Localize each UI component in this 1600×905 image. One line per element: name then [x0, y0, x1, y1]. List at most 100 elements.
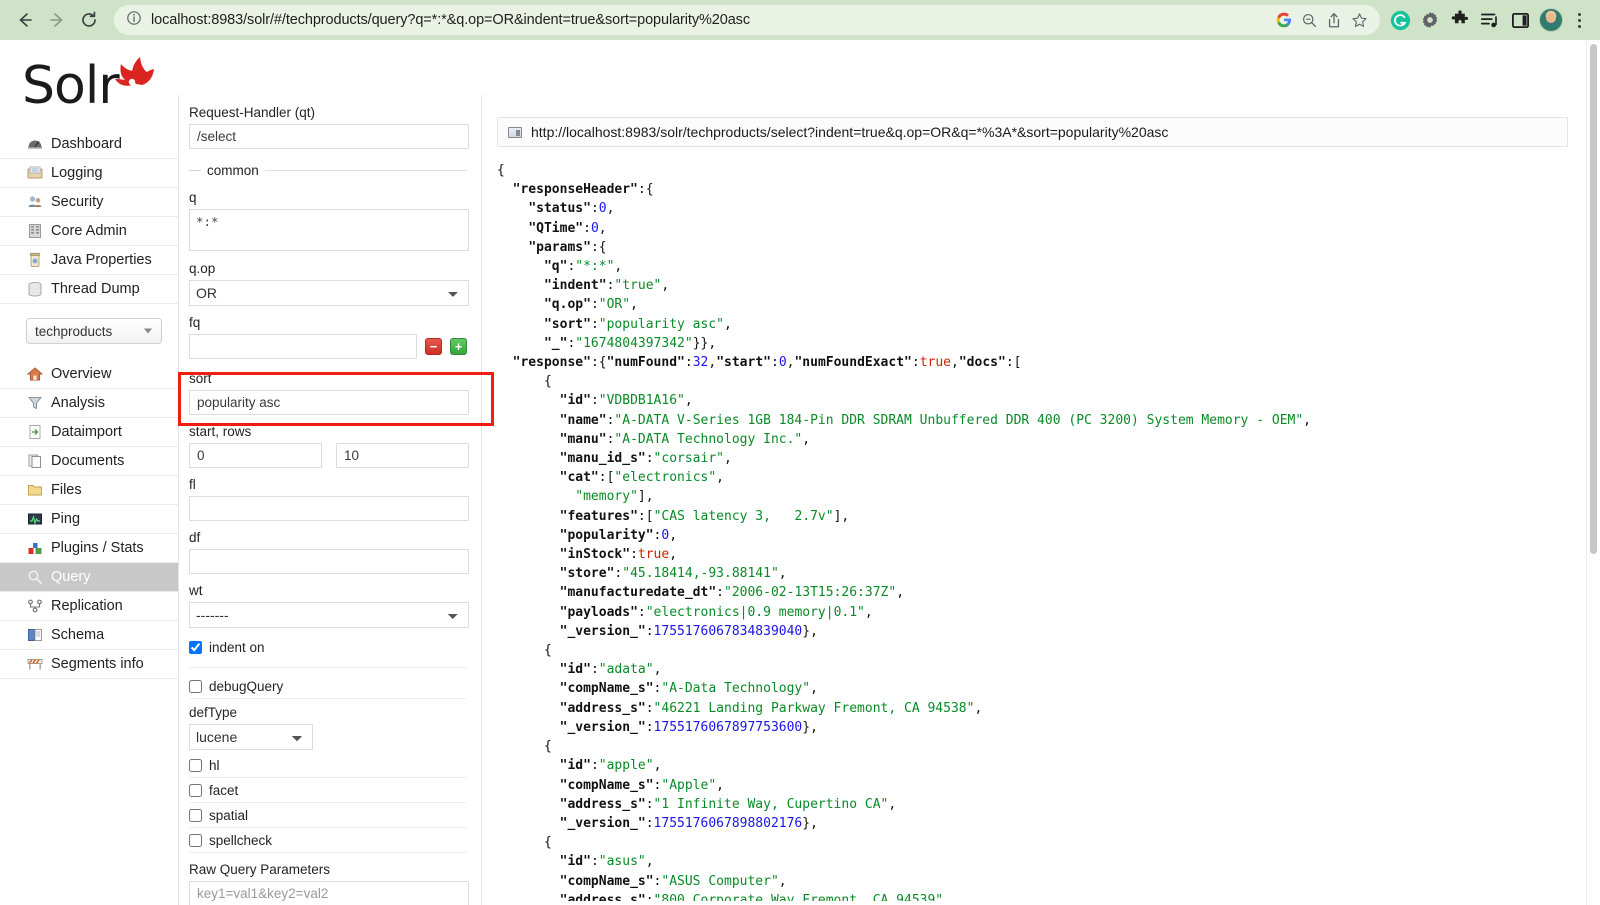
sidebar-item-replication[interactable]: Replication [0, 592, 178, 621]
reading-list-icon[interactable] [1476, 5, 1504, 35]
address-bar[interactable]: localhost:8983/solr/#/techproducts/query… [114, 5, 1380, 35]
json-line: "store":"45.18414,-93.88141", [497, 564, 1568, 583]
request-handler-input[interactable] [189, 124, 469, 149]
json-line: "response":{"numFound":32,"start":0,"num… [497, 353, 1568, 372]
sidebar-item-label: Query [51, 569, 91, 585]
search-zoom-icon[interactable] [1298, 9, 1320, 31]
global-nav: Dashboard Logging Security Core Admin [0, 130, 178, 304]
spellcheck-checkbox[interactable] [189, 834, 202, 847]
external-link-icon [508, 127, 522, 138]
solr-logo[interactable]: Solr [0, 40, 178, 126]
json-response-output: { "responseHeader":{ "status":0, "QTime"… [497, 161, 1568, 901]
facet-row[interactable]: facet [189, 779, 467, 803]
page-scrollbar[interactable] [1586, 40, 1600, 905]
share-icon[interactable] [1323, 9, 1345, 31]
site-info-icon[interactable] [126, 10, 142, 31]
json-line: "address_s":"1 Infinite Way, Cupertino C… [497, 795, 1568, 814]
sidebar-item-dashboard[interactable]: Dashboard [0, 130, 178, 159]
deftype-select[interactable]: lucene [189, 724, 313, 750]
add-plus-icon[interactable]: + [450, 338, 467, 355]
sidebar-item-security[interactable]: Security [0, 188, 178, 217]
hl-checkbox[interactable] [189, 759, 202, 772]
core-nav: Overview Analysis Dataimport Documents [0, 360, 178, 679]
sidebar-item-dataimport[interactable]: Dataimport [0, 418, 178, 447]
result-url-bar[interactable]: http://localhost:8983/solr/techproducts/… [497, 117, 1568, 147]
sidebar-item-core-admin[interactable]: Core Admin [0, 217, 178, 246]
extensions-puzzle-icon[interactable] [1446, 5, 1474, 35]
start-rows-label: start, rows [189, 424, 467, 440]
core-admin-icon [26, 223, 43, 240]
indent-row[interactable]: indent on [189, 635, 467, 659]
query-form-panel: Request-Handler (qt) common q *:* q.op O… [178, 95, 482, 905]
sidebar-item-documents[interactable]: Documents [0, 447, 178, 476]
google-icon[interactable] [1273, 9, 1295, 31]
fq-input[interactable] [189, 334, 417, 359]
json-line: { [497, 641, 1568, 660]
sidebar-item-overview[interactable]: Overview [0, 360, 178, 389]
df-label: df [189, 530, 467, 546]
spellcheck-row[interactable]: spellcheck [189, 829, 467, 853]
hl-label: hl [209, 758, 220, 773]
documents-icon [26, 453, 43, 470]
wt-select[interactable]: ------- [189, 602, 469, 628]
page-scrollbar-thumb[interactable] [1590, 44, 1597, 554]
json-line: "cat":["electronics", [497, 468, 1568, 487]
spatial-label: spatial [209, 808, 248, 823]
json-line: "features":["CAS latency 3, 2.7v"], [497, 507, 1568, 526]
reload-button[interactable] [74, 5, 104, 35]
logging-icon [26, 165, 43, 182]
json-line: "QTime":0, [497, 219, 1568, 238]
sidebar-item-label: Security [51, 194, 103, 210]
side-panel-icon[interactable] [1506, 5, 1534, 35]
sidebar-item-thread-dump[interactable]: Thread Dump [0, 275, 178, 304]
browser-menu-icon[interactable] [1568, 13, 1590, 28]
sidebar-item-label: Replication [51, 598, 123, 614]
json-line: "inStock":true, [497, 545, 1568, 564]
json-line: { [497, 833, 1568, 852]
spellcheck-label: spellcheck [209, 833, 272, 848]
sidebar-item-query[interactable]: Query [0, 563, 178, 592]
back-button[interactable] [10, 5, 40, 35]
json-line: "id":"adata", [497, 660, 1568, 679]
facet-checkbox[interactable] [189, 784, 202, 797]
sidebar-item-label: Documents [51, 453, 124, 469]
fl-input[interactable] [189, 496, 469, 521]
bookmark-star-icon[interactable] [1348, 9, 1370, 31]
sidebar-item-segments-info[interactable]: Segments info [0, 650, 178, 679]
facet-label: facet [209, 783, 238, 798]
qop-select[interactable]: OR [189, 280, 469, 306]
sidebar-item-plugins-stats[interactable]: Plugins / Stats [0, 534, 178, 563]
json-line: "_":"1674804397342"}}, [497, 334, 1568, 353]
core-selector[interactable]: techproducts [26, 318, 162, 344]
debugquery-row[interactable]: debugQuery [189, 675, 467, 699]
sidebar-item-label: Thread Dump [51, 281, 140, 297]
common-fieldset-legend: common [189, 163, 467, 178]
indent-checkbox[interactable] [189, 641, 202, 654]
raw-query-params-input[interactable] [189, 881, 469, 905]
df-input[interactable] [189, 549, 469, 574]
sort-input[interactable] [189, 390, 469, 415]
extension-gear-icon[interactable] [1416, 5, 1444, 35]
sidebar-item-analysis[interactable]: Analysis [0, 389, 178, 418]
rows-input[interactable] [336, 443, 469, 468]
sidebar-item-java-properties[interactable]: Java Properties [0, 246, 178, 275]
forward-button[interactable] [42, 5, 72, 35]
hl-row[interactable]: hl [189, 754, 467, 778]
sidebar-item-logging[interactable]: Logging [0, 159, 178, 188]
dataimport-icon [26, 424, 43, 441]
start-input[interactable] [189, 443, 322, 468]
spatial-row[interactable]: spatial [189, 804, 467, 828]
q-label: q [189, 190, 467, 206]
sidebar-item-files[interactable]: Files [0, 476, 178, 505]
q-input[interactable]: *:* [189, 209, 469, 251]
remove-minus-icon[interactable]: − [425, 338, 442, 355]
address-bar-url: localhost:8983/solr/#/techproducts/query… [151, 12, 1270, 28]
spatial-checkbox[interactable] [189, 809, 202, 822]
grammarly-icon[interactable] [1386, 5, 1414, 35]
legend-dash [189, 170, 201, 171]
debugquery-checkbox[interactable] [189, 680, 202, 693]
forward-arrow-icon [47, 10, 67, 30]
sidebar-item-schema[interactable]: Schema [0, 621, 178, 650]
sidebar-item-ping[interactable]: Ping [0, 505, 178, 534]
profile-avatar[interactable] [1539, 8, 1563, 32]
